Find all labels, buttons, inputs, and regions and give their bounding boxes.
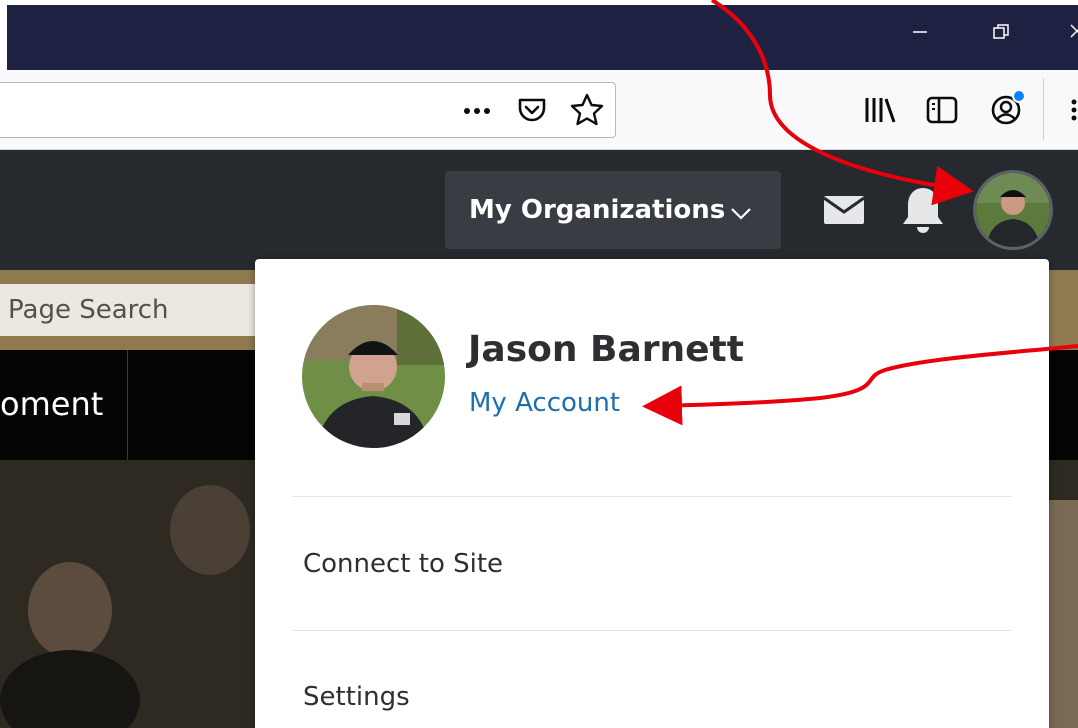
address-bar[interactable]: [0, 82, 616, 138]
profile-photo: [302, 305, 445, 448]
sidebar-icon[interactable]: [924, 92, 960, 128]
user-name: Jason Barnett: [468, 329, 744, 370]
settings-item[interactable]: Settings: [303, 682, 410, 712]
nav-divider: [127, 350, 128, 460]
bell-icon[interactable]: [900, 184, 946, 240]
my-account-link[interactable]: My Account: [469, 388, 620, 418]
site-banner-right: [1049, 270, 1078, 350]
avatar[interactable]: [973, 170, 1053, 250]
close-window-button[interactable]: [1063, 22, 1078, 46]
site-header: My Organizations: [0, 150, 1078, 270]
browser-titlebar: [0, 0, 1078, 70]
browser-toolbar: [0, 70, 1078, 150]
org-button-label: My Organizations: [469, 195, 726, 225]
connect-to-site-item[interactable]: Connect to Site: [303, 549, 503, 579]
pocket-icon[interactable]: [515, 93, 549, 127]
minimize-button[interactable]: [905, 22, 935, 46]
screenshot: My Organizations Page Search oment Jason…: [0, 0, 1078, 728]
toolbar-separator: [1043, 78, 1044, 140]
library-icon[interactable]: [862, 94, 898, 126]
page-search-placeholder: Page Search: [8, 295, 169, 325]
restore-icon: [992, 23, 1010, 45]
menu-icon[interactable]: [1062, 94, 1078, 126]
restore-button[interactable]: [986, 22, 1016, 46]
nav-item-partial[interactable]: oment: [0, 385, 103, 423]
profile-menu: Jason Barnett My Account Connect to Site…: [255, 259, 1049, 728]
chevron-down-icon: [729, 199, 753, 229]
account-icon[interactable]: [986, 88, 1028, 130]
menu-divider: [293, 630, 1011, 631]
mail-icon[interactable]: [823, 194, 865, 230]
bookmark-star-icon[interactable]: [569, 92, 605, 128]
page-search-input[interactable]: Page Search: [0, 284, 262, 336]
minimize-icon: [911, 23, 929, 45]
more-actions-icon[interactable]: [461, 97, 493, 125]
menu-divider: [293, 496, 1011, 497]
my-organizations-button[interactable]: My Organizations: [445, 171, 781, 249]
close-icon: [1069, 23, 1078, 45]
